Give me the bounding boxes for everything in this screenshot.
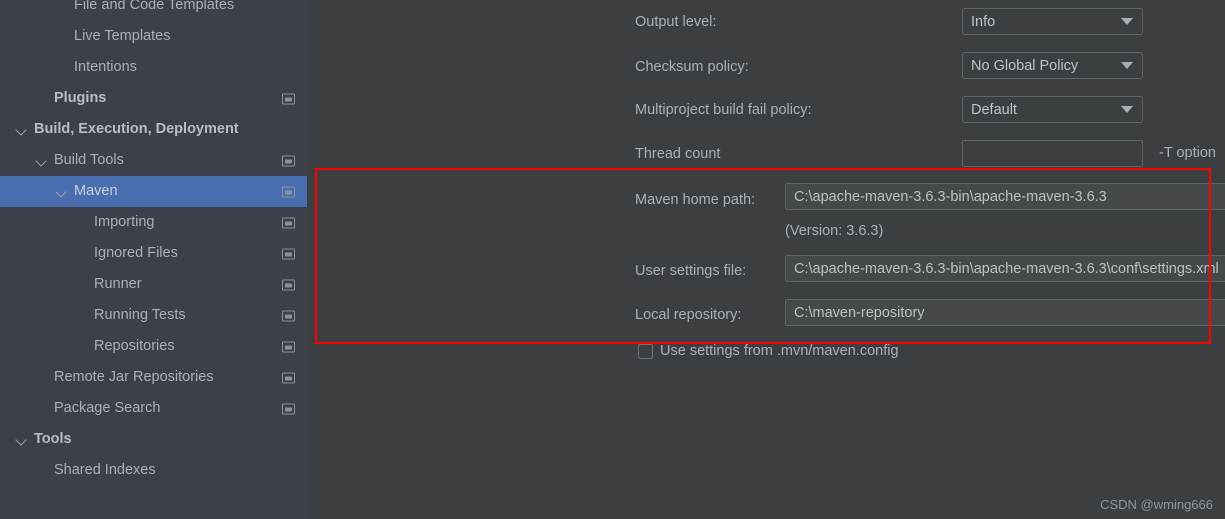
- chevron-down-icon[interactable]: [16, 433, 29, 446]
- output-level-combo[interactable]: Info: [962, 8, 1143, 35]
- maven-home-path-value: C:\apache-maven-3.6.3-bin\apache-maven-3…: [794, 188, 1107, 205]
- chevron-down-icon[interactable]: [36, 154, 49, 167]
- thread-count-input[interactable]: [962, 140, 1143, 167]
- panel-window-icon: [282, 186, 295, 197]
- local-repository-label: Local repository:: [635, 307, 742, 323]
- settings-tree-sidebar[interactable]: File and Code Templates Live Templates Int…: [0, 0, 307, 519]
- sidebar-item-repositories[interactable]: Repositories: [0, 331, 307, 362]
- sidebar-item-label: Repositories: [94, 338, 175, 355]
- sidebar-item-build-tools[interactable]: Build Tools: [0, 145, 307, 176]
- thread-count-hint: -T option: [1159, 145, 1216, 161]
- sidebar-item-file-and-code-templates[interactable]: File and Code Templates: [0, 0, 307, 21]
- sidebar-item-importing[interactable]: Importing: [0, 207, 307, 238]
- thread-count-label: Thread count: [635, 146, 721, 162]
- user-settings-file-label: User settings file:: [635, 263, 747, 279]
- maven-home-path-label: Maven home path:: [635, 192, 756, 208]
- checksum-policy-label: Checksum policy:: [635, 59, 749, 75]
- maven-home-path-input[interactable]: C:\apache-maven-3.6.3-bin\apache-maven-3…: [785, 183, 1225, 210]
- panel-window-icon: [282, 248, 295, 259]
- sidebar-item-tools[interactable]: Tools: [0, 424, 307, 455]
- local-repository-value: C:\maven-repository: [794, 304, 925, 321]
- checksum-policy-combo[interactable]: No Global Policy: [962, 52, 1143, 79]
- output-level-label: Output level:: [635, 14, 717, 30]
- panel-window-icon: [282, 217, 295, 228]
- sidebar-item-label: Intentions: [74, 59, 137, 76]
- use-mvn-config-checkbox-row[interactable]: Use settings from .mvn/maven.config: [638, 343, 899, 359]
- maven-home-path-row: Maven home path:: [635, 187, 755, 213]
- sidebar-item-plugins[interactable]: Plugins: [0, 83, 307, 114]
- sidebar-item-shared-indexes[interactable]: Shared Indexes: [0, 455, 307, 486]
- panel-window-icon: [282, 310, 295, 321]
- sidebar-item-runner[interactable]: Runner: [0, 269, 307, 300]
- sidebar-item-package-search[interactable]: Package Search: [0, 393, 307, 424]
- sidebar-item-remote-jar-repositories[interactable]: Remote Jar Repositories: [0, 362, 307, 393]
- sidebar-item-label: Shared Indexes: [54, 462, 156, 479]
- sidebar-item-intentions[interactable]: Intentions: [0, 52, 307, 83]
- sidebar-item-label: Live Templates: [74, 28, 171, 45]
- panel-window-icon: [282, 155, 295, 166]
- sidebar-item-maven[interactable]: Maven: [0, 176, 307, 207]
- use-mvn-config-label: Use settings from .mvn/maven.config: [660, 343, 899, 359]
- panel-window-icon: [282, 341, 295, 352]
- output-level-row: Output level:: [635, 9, 716, 35]
- sidebar-item-label: Build, Execution, Deployment: [34, 121, 239, 138]
- sidebar-item-label: Maven: [74, 183, 118, 200]
- checksum-policy-value: No Global Policy: [971, 57, 1079, 74]
- checkbox-icon[interactable]: [638, 343, 653, 359]
- panel-window-icon: [282, 372, 295, 383]
- sidebar-item-label: Ignored Files: [94, 245, 178, 262]
- sidebar-item-label: Runner: [94, 276, 142, 293]
- user-settings-file-value: C:\apache-maven-3.6.3-bin\apache-maven-3…: [794, 260, 1219, 277]
- checksum-policy-row: Checksum policy:: [635, 54, 749, 80]
- sidebar-item-running-tests[interactable]: Running Tests: [0, 300, 307, 331]
- user-settings-file-row: User settings file:: [635, 258, 746, 284]
- sidebar-item-label: Plugins: [54, 90, 107, 107]
- sidebar-item-label: Build Tools: [54, 152, 124, 169]
- local-repository-input[interactable]: C:\maven-repository: [785, 299, 1225, 326]
- sidebar-item-label: File and Code Templates: [74, 0, 235, 14]
- chevron-down-icon[interactable]: [16, 123, 29, 136]
- sidebar-item-build-execution-deployment[interactable]: Build, Execution, Deployment: [0, 114, 307, 145]
- sidebar-item-ignored-files[interactable]: Ignored Files: [0, 238, 307, 269]
- panel-window-icon: [282, 279, 295, 290]
- multiproject-fail-policy-label: Multiproject build fail policy:: [635, 102, 812, 118]
- chevron-down-icon: [1121, 18, 1133, 25]
- output-level-value: Info: [971, 13, 996, 30]
- chevron-down-icon: [1121, 106, 1133, 113]
- sidebar-item-label: Running Tests: [94, 307, 186, 324]
- sidebar-item-label: Importing: [94, 214, 155, 231]
- maven-settings-panel: Output level: Info Checksum policy: No G…: [307, 0, 1225, 519]
- local-repository-row: Local repository:: [635, 302, 741, 328]
- panel-window-icon: [282, 93, 295, 104]
- multiproject-fail-policy-row: Multiproject build fail policy:: [635, 97, 812, 123]
- chevron-down-icon: [1121, 62, 1133, 69]
- multiproject-fail-policy-value: Default: [971, 101, 1017, 118]
- settings-window: File and Code Templates Live Templates Int…: [0, 0, 1225, 519]
- panel-window-icon: [282, 403, 295, 414]
- sidebar-item-label: Remote Jar Repositories: [54, 369, 214, 386]
- sidebar-item-label: Package Search: [54, 400, 161, 417]
- sidebar-item-label: Tools: [34, 431, 72, 448]
- thread-count-row: Thread count: [635, 141, 720, 167]
- sidebar-item-live-templates[interactable]: Live Templates: [0, 21, 307, 52]
- maven-version-note: (Version: 3.6.3): [785, 223, 884, 239]
- multiproject-fail-policy-combo[interactable]: Default: [962, 96, 1143, 123]
- watermark-text: CSDN @wming666: [1100, 497, 1213, 512]
- user-settings-file-input[interactable]: C:\apache-maven-3.6.3-bin\apache-maven-3…: [785, 255, 1225, 282]
- chevron-down-icon[interactable]: [56, 185, 69, 198]
